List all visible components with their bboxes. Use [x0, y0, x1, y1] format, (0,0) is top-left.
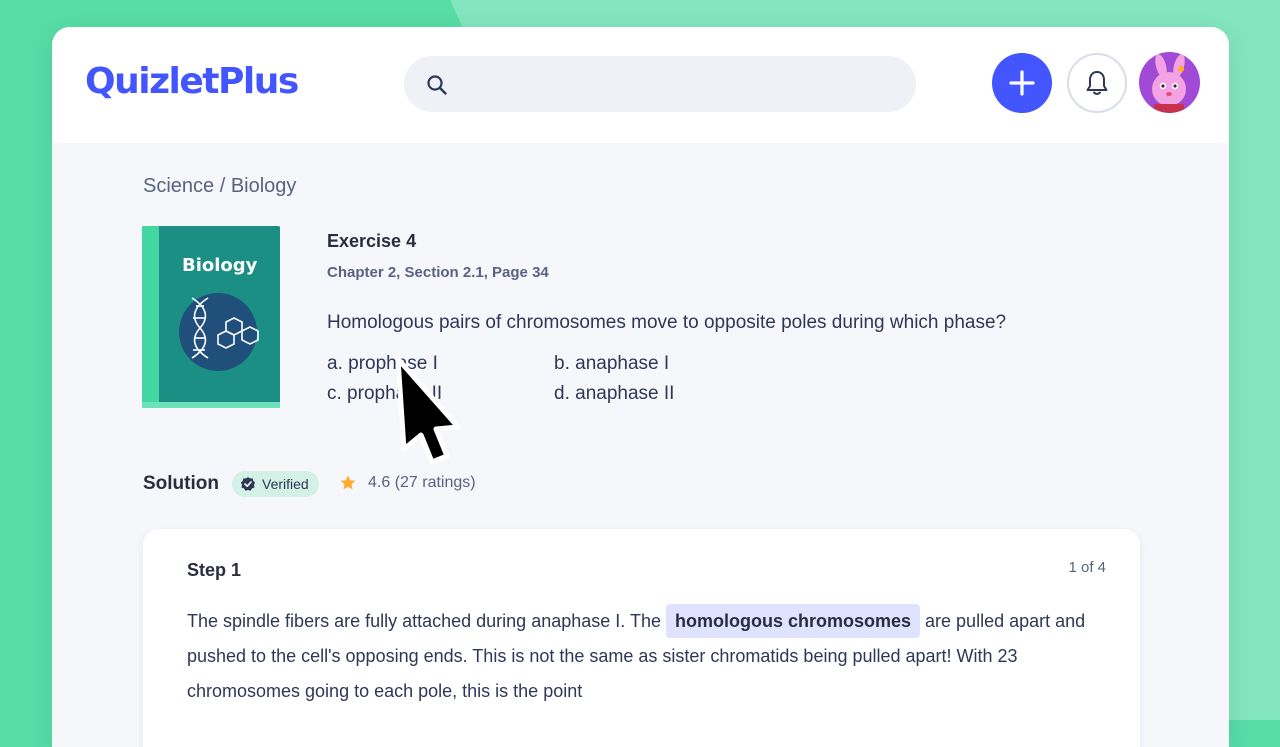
mouse-pointer-icon — [395, 356, 461, 465]
exercise-title: Exercise 4 — [327, 231, 417, 251]
bunny-avatar-icon — [1152, 54, 1186, 113]
textbook-cover[interactable] — [142, 226, 282, 409]
verified-label: Verified — [262, 476, 309, 492]
step-text-before: The spindle fibers are fully attached du… — [187, 611, 661, 631]
highlighted-term[interactable]: homologous chromosomes — [665, 604, 921, 638]
top-bar: QuizletPlus — [52, 27, 1229, 143]
verified-badge: Verified — [232, 471, 319, 497]
textbook-title: Biology — [182, 255, 258, 276]
user-avatar[interactable] — [1139, 52, 1200, 113]
rating-text: 4.6 (27 ratings) — [368, 474, 476, 491]
breadcrumb[interactable]: Science / Biology — [143, 175, 296, 198]
step-title: Step 1 — [187, 560, 242, 580]
step-explanation: The spindle fibers are fully attached du… — [187, 604, 1087, 709]
answer-option-b: b. anaphase I — [554, 353, 670, 374]
search-bar[interactable] — [404, 56, 916, 112]
notifications-button[interactable] — [1067, 53, 1127, 113]
textbook-cover-art — [142, 226, 280, 408]
solution-step-card: Step 1 1 of 4 The spindle fibers are ful… — [143, 529, 1140, 747]
solution-heading: Solution — [143, 473, 219, 494]
search-icon — [427, 75, 447, 95]
app-logo[interactable]: QuizletPlus — [85, 61, 299, 102]
search-input[interactable] — [460, 66, 894, 104]
answer-option-d: d. anaphase II — [554, 383, 675, 404]
exercise-subtitle: Chapter 2, Section 2.1, Page 34 — [327, 264, 549, 281]
step-counter: 1 of 4 — [1068, 559, 1106, 576]
app-window: QuizletPlus Science / Biology Biology Ex… — [52, 27, 1229, 747]
verified-check-icon — [241, 477, 255, 491]
bell-icon — [1086, 71, 1108, 95]
question-text: Homologous pairs of chromosomes move to … — [327, 312, 1007, 333]
plus-icon — [1009, 70, 1035, 96]
star-icon — [340, 475, 356, 490]
create-button[interactable] — [992, 53, 1052, 113]
